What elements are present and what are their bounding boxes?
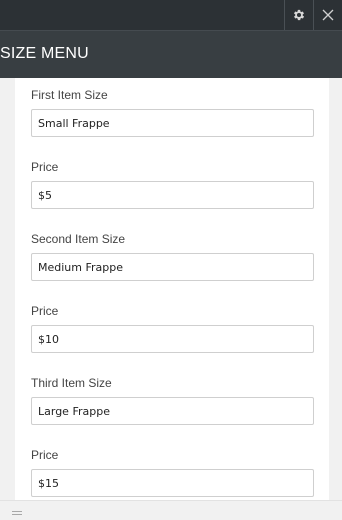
close-icon — [322, 9, 334, 21]
second-item-size-label: Second Item Size — [31, 232, 126, 246]
size-menu-form: First Item Size Small Frappe Price $5 Se… — [15, 78, 329, 500]
page-title: SIZE MENU — [0, 45, 89, 62]
first-price-label: Price — [31, 160, 59, 174]
first-item-size-input[interactable]: Small Frappe — [31, 109, 314, 137]
gear-icon — [293, 9, 305, 21]
first-price-input[interactable]: $5 — [31, 181, 314, 209]
title-bar: SIZE MENU — [0, 30, 342, 78]
third-item-size-label: Third Item Size — [31, 376, 112, 390]
top-toolbar — [0, 0, 342, 30]
panel-footer — [0, 500, 342, 520]
second-item-size-input[interactable]: Medium Frappe — [31, 253, 314, 281]
third-item-size-input[interactable]: Large Frappe — [31, 397, 314, 425]
second-price-label: Price — [31, 304, 59, 318]
close-button[interactable] — [314, 0, 342, 30]
third-price-input[interactable]: $15 — [31, 469, 314, 497]
resize-grip-icon[interactable] — [12, 511, 22, 517]
settings-button[interactable] — [285, 0, 313, 30]
first-item-size-label: First Item Size — [31, 88, 108, 102]
third-price-label: Price — [31, 448, 59, 462]
second-price-input[interactable]: $10 — [31, 325, 314, 353]
